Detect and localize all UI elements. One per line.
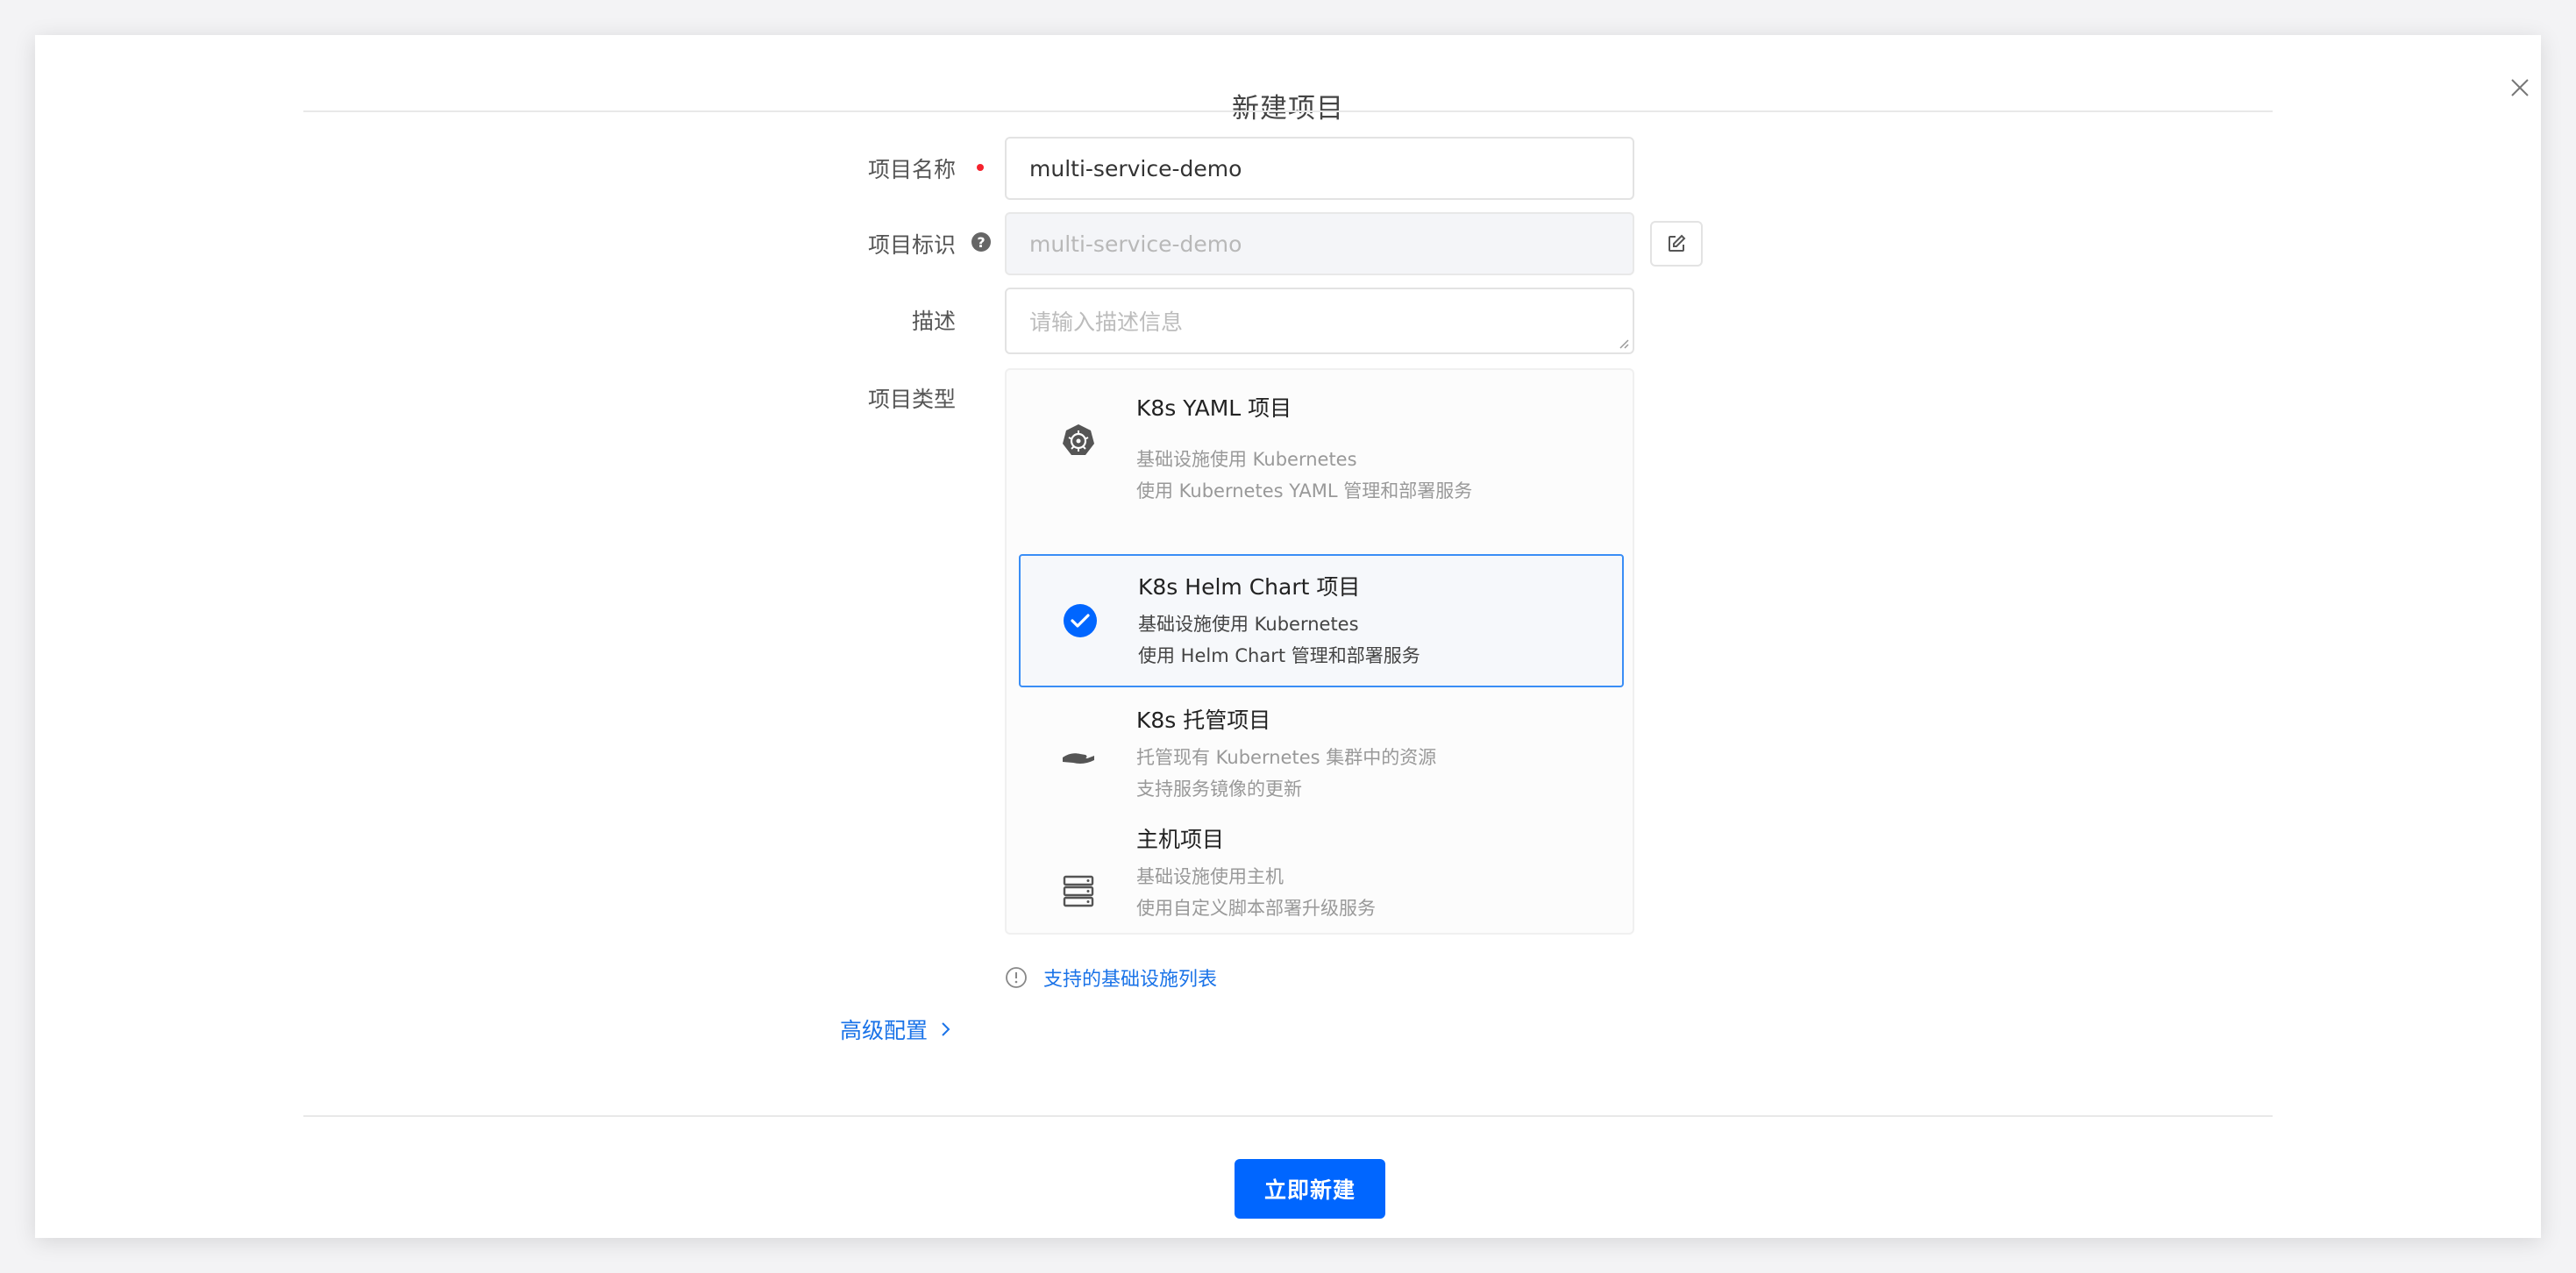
supported-infra-link[interactable]: 支持的基础设施列表	[1043, 964, 1217, 992]
server-icon	[1059, 871, 1098, 910]
chevron-right-icon	[942, 1022, 950, 1036]
header-divider	[303, 110, 2273, 112]
type-option-k8s-hosted[interactable]: K8s 托管项目 托管现有 Kubernetes 集群中的资源 支持服务镜像的更…	[1019, 689, 1624, 822]
identifier-label: 项目标识	[867, 232, 956, 258]
type-option-desc: 支持服务镜像的更新	[1136, 779, 1302, 800]
edit-icon	[1669, 234, 1686, 252]
type-option-desc: 基础设施使用 Kubernetes	[1138, 614, 1359, 635]
hand-icon	[1059, 736, 1098, 775]
info-circle-icon	[1006, 967, 1027, 988]
kubernetes-icon	[1059, 421, 1098, 459]
type-option-title: 主机项目	[1136, 827, 1225, 852]
required-indicator	[977, 164, 984, 171]
type-option-desc: 基础设施使用 Kubernetes	[1136, 449, 1357, 470]
close-icon	[2511, 79, 2529, 96]
type-option-desc: 托管现有 Kubernetes 集群中的资源	[1136, 747, 1437, 768]
description-textarea[interactable]: 请输入描述信息	[1005, 288, 1634, 354]
support-info-row: 支持的基础设施列表	[1005, 964, 1217, 991]
type-option-host[interactable]: 主机项目 基础设施使用主机 使用自定义脚本部署升级服务	[1019, 824, 1624, 957]
question-circle-icon[interactable]: ?	[971, 232, 991, 252]
project-type-label: 项目类型	[867, 387, 956, 412]
type-option-desc: 使用自定义脚本部署升级服务	[1136, 898, 1376, 919]
close-button[interactable]	[2494, 61, 2546, 114]
name-label: 项目名称	[867, 157, 956, 182]
type-option-title: K8s Helm Chart 项目	[1138, 574, 1361, 600]
description-placeholder: 请输入描述信息	[1029, 309, 1184, 335]
project-type-options: K8s YAML 项目 基础设施使用 Kubernetes 使用 Kuberne…	[1005, 368, 1634, 935]
project-name-value: multi-service-demo	[1029, 155, 1242, 181]
advanced-config-toggle[interactable]: 高级配置	[840, 1013, 954, 1045]
type-option-desc: 使用 Kubernetes YAML 管理和部署服务	[1136, 480, 1473, 501]
type-option-desc: 基础设施使用主机	[1136, 866, 1284, 887]
check-circle-icon	[1061, 601, 1099, 640]
type-option-k8s-yaml[interactable]: K8s YAML 项目 基础设施使用 Kubernetes 使用 Kuberne…	[1019, 375, 1624, 508]
create-project-modal: 新建项目 项目名称 multi-service-demo 项目标识 ? mult…	[35, 35, 2541, 1238]
modal-title: 新建项目	[1232, 93, 1344, 124]
project-name-input[interactable]: multi-service-demo	[1005, 137, 1634, 200]
description-label: 描述	[911, 309, 956, 334]
type-option-title: K8s YAML 项目	[1136, 395, 1292, 421]
resize-grip-icon[interactable]	[1617, 337, 1629, 349]
footer-divider	[303, 1115, 2273, 1117]
type-option-title: K8s 托管项目	[1136, 708, 1271, 733]
type-option-desc: 使用 Helm Chart 管理和部署服务	[1138, 645, 1420, 666]
project-identifier-value: multi-service-demo	[1029, 231, 1242, 257]
advanced-config-label: 高级配置	[840, 1018, 929, 1043]
type-option-k8s-helm[interactable]: K8s Helm Chart 项目 基础设施使用 Kubernetes 使用 H…	[1019, 554, 1624, 687]
create-now-button[interactable]: 立即新建	[1235, 1159, 1385, 1219]
project-identifier-input: multi-service-demo	[1005, 212, 1634, 275]
edit-identifier-button[interactable]	[1650, 221, 1703, 267]
